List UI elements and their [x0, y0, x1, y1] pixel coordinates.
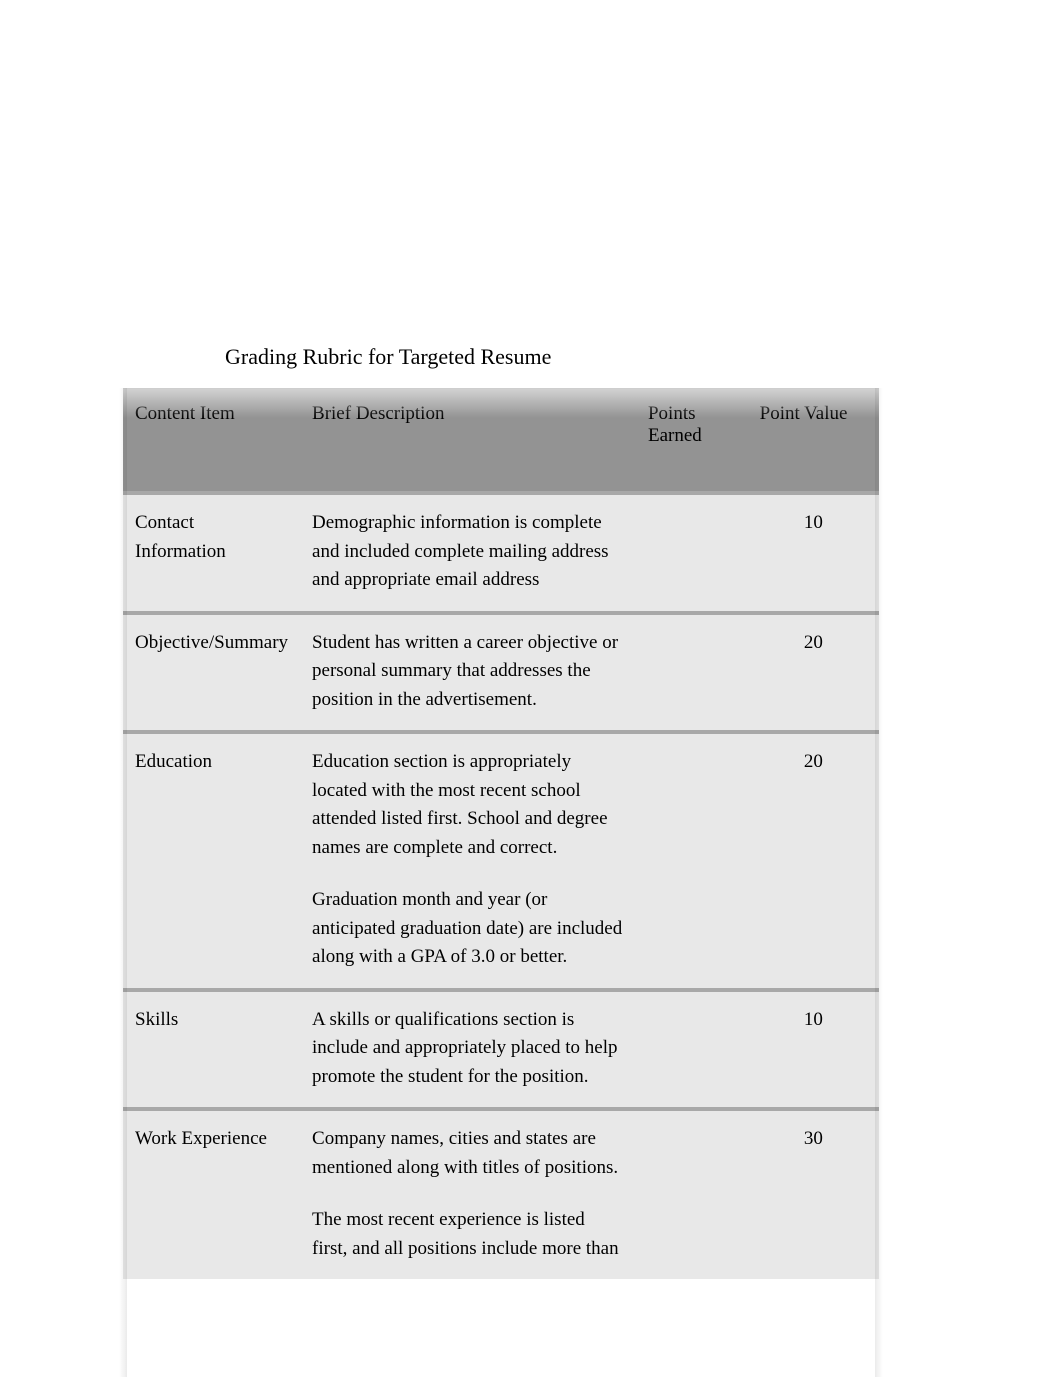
table-row: Objective/Summary Student has written a …	[123, 611, 879, 731]
cell-point-value: 10	[748, 988, 879, 1108]
cell-item: Contact Information	[123, 491, 300, 611]
description-text: Education section is appropriately locat…	[312, 748, 624, 862]
cell-description: Student has written a career objective o…	[300, 611, 636, 731]
cell-item: Work Experience	[123, 1107, 300, 1279]
table-row: Education Education section is appropria…	[123, 730, 879, 988]
table-row: Skills A skills or qualifications sectio…	[123, 988, 879, 1108]
cell-point-value: 30	[748, 1107, 879, 1279]
description-text: Demographic information is complete and …	[312, 509, 624, 595]
header-brief-description: Brief Description	[300, 388, 636, 491]
description-text: Graduation month and year (or anticipate…	[312, 886, 624, 972]
description-text: Company names, cities and states are men…	[312, 1125, 624, 1182]
description-text: Student has written a career objective o…	[312, 629, 624, 715]
cell-points-earned	[636, 730, 748, 988]
cell-point-value: 20	[748, 730, 879, 988]
cell-point-value: 10	[748, 491, 879, 611]
cell-points-earned	[636, 611, 748, 731]
cell-points-earned	[636, 988, 748, 1108]
cell-description: Company names, cities and states are men…	[300, 1107, 636, 1279]
cell-description: Education section is appropriately locat…	[300, 730, 636, 988]
table-row: Contact Information Demographic informat…	[123, 491, 879, 611]
cell-description: A skills or qualifications section is in…	[300, 988, 636, 1108]
header-content-item: Content Item	[123, 388, 300, 491]
header-points-earned: Points Earned	[636, 388, 748, 491]
cell-item: Education	[123, 730, 300, 988]
cell-description: Demographic information is complete and …	[300, 491, 636, 611]
table-header-row: Content Item Brief Description Points Ea…	[123, 388, 879, 491]
cell-points-earned	[636, 1107, 748, 1279]
table-row: Work Experience Company names, cities an…	[123, 1107, 879, 1279]
rubric-table: Content Item Brief Description Points Ea…	[123, 388, 879, 1279]
blur-overlay-bottom	[123, 1337, 879, 1377]
page-title: Grading Rubric for Targeted Resume	[225, 344, 551, 370]
description-text: The most recent experience is listed fir…	[312, 1206, 624, 1263]
cell-item: Skills	[123, 988, 300, 1108]
cell-point-value: 20	[748, 611, 879, 731]
description-text: A skills or qualifications section is in…	[312, 1006, 624, 1092]
cell-points-earned	[636, 491, 748, 611]
header-point-value: Point Value	[748, 388, 879, 491]
cell-item: Objective/Summary	[123, 611, 300, 731]
